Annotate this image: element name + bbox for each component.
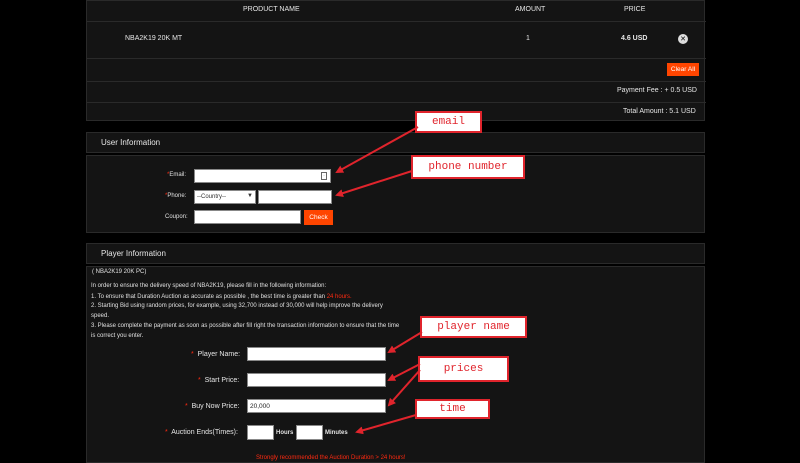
- email-label: *Email:: [167, 172, 187, 178]
- clear-all-button[interactable]: Clear All: [667, 63, 699, 76]
- buy-now-label: * Buy Now Price:: [185, 403, 240, 410]
- player-info-header: [86, 243, 705, 264]
- instructions-point-1: 1. To ensure that Duration Auction as ac…: [91, 294, 352, 300]
- user-info-title: User Information: [101, 138, 161, 147]
- instructions-point-3: 3. Please complete the payment as soon a…: [91, 323, 400, 329]
- email-field[interactable]: ▪: [194, 169, 331, 183]
- player-name-callout: player name: [420, 316, 527, 338]
- phone-field[interactable]: [258, 190, 332, 204]
- prices-callout: prices: [418, 356, 509, 382]
- instructions-intro: In order to ensure the delivery speed of…: [91, 283, 327, 289]
- minutes-label: Minutes: [325, 430, 348, 436]
- instructions-point-2: 2. Starting Bid using random prices, for…: [91, 303, 383, 309]
- coupon-label: Coupon:: [165, 214, 188, 220]
- phone-label: *Phone:: [165, 193, 187, 199]
- time-callout: time: [415, 399, 490, 419]
- start-price-label: * Start Price:: [198, 377, 240, 384]
- phone-callout: phone number: [411, 155, 525, 179]
- check-button[interactable]: Check: [304, 210, 333, 225]
- email-callout: email: [415, 111, 482, 133]
- buy-now-field[interactable]: 20,000: [247, 399, 386, 413]
- contact-card-icon: ▪: [321, 172, 327, 180]
- auction-ends-label: * Auction Ends(Times):: [165, 429, 238, 436]
- col-price-header: PRICE: [624, 6, 646, 13]
- total-amount: Total Amount : 5.1 USD: [623, 108, 696, 115]
- cart-item-name: NBA2K19 20K MT: [125, 35, 183, 42]
- auction-recommendation: Strongly recommended the Auction Duratio…: [256, 455, 406, 461]
- country-select[interactable]: --Country-- ▼: [194, 190, 256, 204]
- hours-label: Hours: [276, 430, 294, 436]
- payment-fee: Payment Fee : + 0.5 USD: [617, 87, 697, 94]
- player-info-title: Player Information: [101, 249, 166, 258]
- close-icon[interactable]: ✕: [678, 34, 688, 44]
- start-price-field[interactable]: [247, 373, 386, 387]
- player-info-subtitle: ( NBA2K19 20K PC): [92, 269, 147, 275]
- user-info-header: [86, 132, 705, 153]
- cart-item-amount: 1: [526, 35, 530, 42]
- instructions-point-2-cont: speed.: [91, 313, 110, 319]
- col-product-header: PRODUCT NAME: [243, 6, 300, 13]
- col-amount-header: AMOUNT: [515, 6, 546, 13]
- instructions-point-3-cont: is correct you enter.: [91, 333, 144, 339]
- cart-panel: [86, 0, 706, 121]
- player-name-label: * Player Name:: [191, 351, 241, 358]
- coupon-field[interactable]: [194, 210, 301, 224]
- cart-item-price: 4.6 USD: [621, 35, 648, 42]
- hours-field[interactable]: [247, 425, 274, 440]
- minutes-field[interactable]: [296, 425, 323, 440]
- chevron-down-icon: ▼: [247, 193, 253, 199]
- player-name-field[interactable]: [247, 347, 386, 361]
